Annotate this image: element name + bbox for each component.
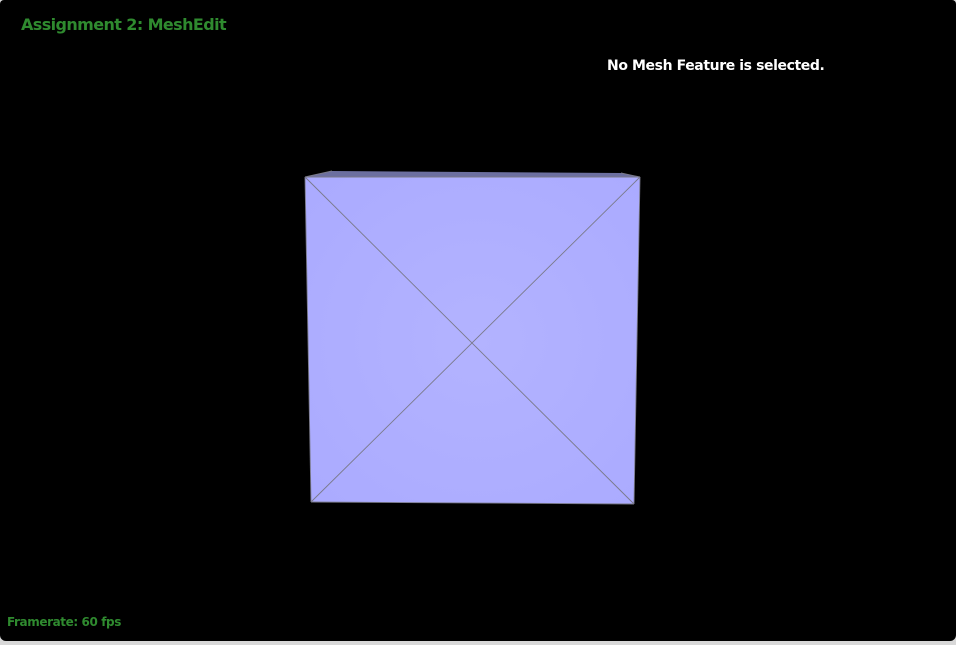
mesh-canvas[interactable] [0, 0, 956, 641]
framerate-readout: Framerate: 60 fps [7, 615, 121, 629]
mesh-viewport[interactable]: Assignment 2: MeshEdit No Mesh Feature i… [0, 0, 956, 641]
selection-status: No Mesh Feature is selected. [607, 58, 825, 74]
cube-top-face[interactable] [305, 171, 640, 177]
app-title: Assignment 2: MeshEdit [21, 15, 227, 34]
